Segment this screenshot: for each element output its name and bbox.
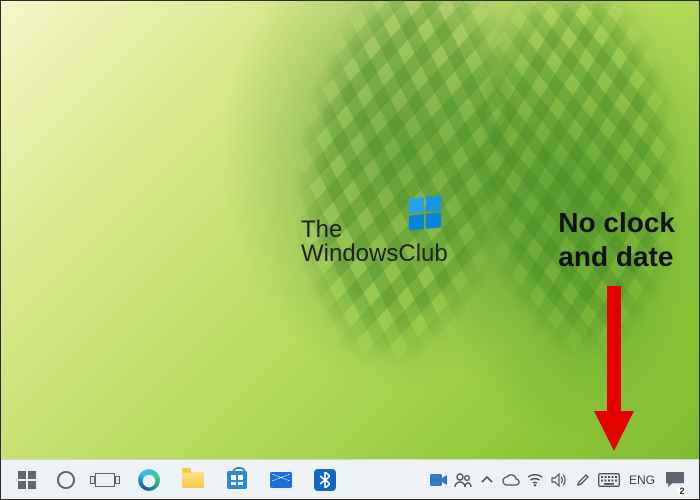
watermark-text: The WindowsClub: [301, 216, 448, 268]
cloud-icon: [502, 474, 520, 486]
watermark-line2: WindowsClub: [301, 240, 448, 268]
annotation-arrow-icon: [589, 286, 639, 456]
network-tray[interactable]: [523, 460, 547, 500]
keyboard-icon: [598, 473, 620, 487]
mail-app[interactable]: [259, 460, 303, 500]
annotation-label: No clock and date: [558, 206, 675, 273]
wifi-icon: [527, 473, 543, 487]
language-indicator[interactable]: ENG: [623, 460, 661, 500]
mail-icon: [270, 472, 292, 488]
edge-browser[interactable]: [127, 460, 171, 500]
cortana-button[interactable]: [49, 460, 83, 500]
action-center-button[interactable]: 2: [661, 460, 689, 500]
system-tray: ENG 2: [427, 460, 695, 500]
pen-tray[interactable]: [571, 460, 595, 500]
file-explorer[interactable]: [171, 460, 215, 500]
meet-now-icon: [430, 473, 448, 487]
taskbar-left: [5, 460, 347, 500]
pen-icon: [576, 473, 590, 487]
speaker-icon: [551, 473, 567, 487]
store-icon: [227, 471, 247, 489]
bluetooth-app[interactable]: [303, 460, 347, 500]
touch-keyboard-button[interactable]: [595, 460, 623, 500]
windows-start-icon: [18, 471, 36, 489]
bluetooth-icon: [314, 469, 336, 491]
microsoft-store[interactable]: [215, 460, 259, 500]
task-view-button[interactable]: [83, 460, 127, 500]
people-icon: [454, 472, 472, 488]
onedrive-tray[interactable]: [499, 460, 523, 500]
cortana-circle-icon: [57, 471, 75, 489]
tray-overflow-button[interactable]: [475, 460, 499, 500]
annotation-line2: and date: [558, 240, 675, 274]
folder-icon: [182, 472, 204, 488]
volume-tray[interactable]: [547, 460, 571, 500]
start-button[interactable]: [5, 460, 49, 500]
edge-icon: [138, 469, 160, 491]
notification-badge: 2: [677, 486, 687, 496]
task-view-icon: [95, 473, 115, 487]
chevron-up-icon: [481, 474, 493, 486]
show-desktop-button[interactable]: [689, 460, 695, 500]
meet-now-button[interactable]: [427, 460, 451, 500]
action-center-icon: [666, 472, 684, 487]
annotation-line1: No clock: [558, 206, 675, 240]
desktop[interactable]: The WindowsClub No clock and date: [0, 0, 700, 500]
taskbar: ENG 2: [1, 459, 699, 499]
people-button[interactable]: [451, 460, 475, 500]
